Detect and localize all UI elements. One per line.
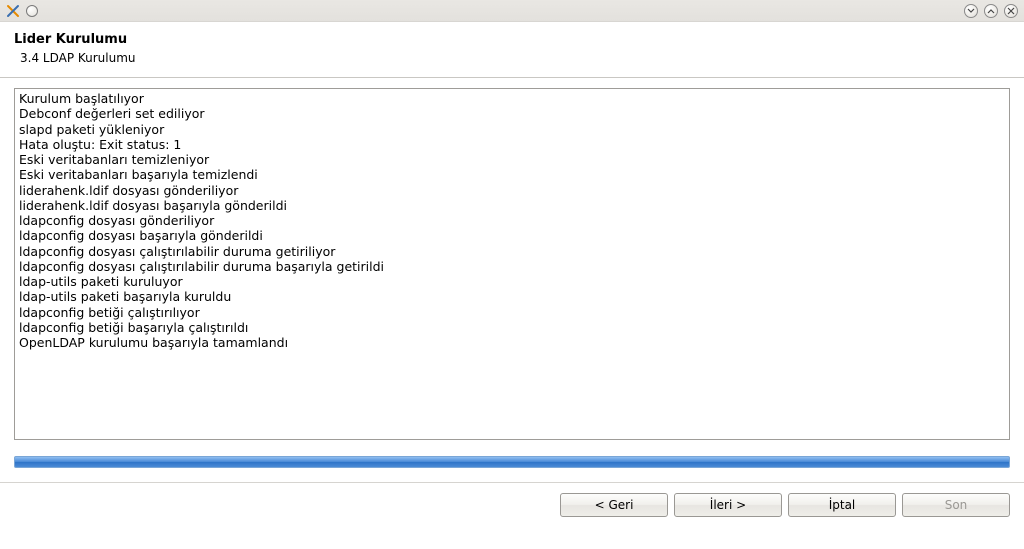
log-line: Eski veritabanları başarıyla temizlendi: [19, 167, 1005, 182]
close-button[interactable]: [1004, 4, 1018, 18]
next-button[interactable]: İleri >: [674, 493, 782, 517]
log-line: ldapconfig dosyası başarıyla gönderildi: [19, 228, 1005, 243]
log-line: ldapconfig dosyası gönderiliyor: [19, 213, 1005, 228]
log-line: ldapconfig betiği çalıştırılıyor: [19, 305, 1005, 320]
log-line: Kurulum başlatılıyor: [19, 91, 1005, 106]
minimize-button[interactable]: [964, 4, 978, 18]
log-line: ldapconfig dosyası çalıştırılabilir duru…: [19, 244, 1005, 259]
log-line: Hata oluştu: Exit status: 1: [19, 137, 1005, 152]
titlebar-left: [6, 4, 38, 18]
finish-button: Son: [902, 493, 1010, 517]
wizard-subtitle: 3.4 LDAP Kurulumu: [14, 51, 1010, 65]
wizard-title: Lider Kurulumu: [14, 32, 1010, 47]
window-controls: [964, 4, 1018, 18]
progress-wrap: [0, 440, 1024, 468]
install-log[interactable]: Kurulum başlatılıyorDebconf değerleri se…: [14, 88, 1010, 440]
log-line: slapd paketi yükleniyor: [19, 122, 1005, 137]
log-line: OpenLDAP kurulumu başarıyla tamamlandı: [19, 335, 1005, 350]
app-icon: [6, 4, 20, 18]
log-line: Debconf değerleri set ediliyor: [19, 106, 1005, 121]
maximize-button[interactable]: [984, 4, 998, 18]
log-line: ldap-utils paketi başarıyla kuruldu: [19, 289, 1005, 304]
back-button[interactable]: < Geri: [560, 493, 668, 517]
log-line: ldap-utils paketi kuruluyor: [19, 274, 1005, 289]
log-line: liderahenk.ldif dosyası başarıyla gönder…: [19, 198, 1005, 213]
wizard-content: Kurulum başlatılıyorDebconf değerleri se…: [0, 78, 1024, 440]
log-line: ldapconfig betiği başarıyla çalıştırıldı: [19, 320, 1005, 335]
cancel-button[interactable]: İptal: [788, 493, 896, 517]
titlebar: [0, 0, 1024, 22]
title-unknown-indicator-icon: [26, 5, 38, 17]
log-line: ldapconfig dosyası çalıştırılabilir duru…: [19, 259, 1005, 274]
log-line: liderahenk.ldif dosyası gönderiliyor: [19, 183, 1005, 198]
log-line: Eski veritabanları temizleniyor: [19, 152, 1005, 167]
wizard-button-bar: < Geri İleri > İptal Son: [0, 483, 1024, 529]
progress-bar: [14, 456, 1010, 468]
wizard-header: Lider Kurulumu 3.4 LDAP Kurulumu: [0, 22, 1024, 71]
